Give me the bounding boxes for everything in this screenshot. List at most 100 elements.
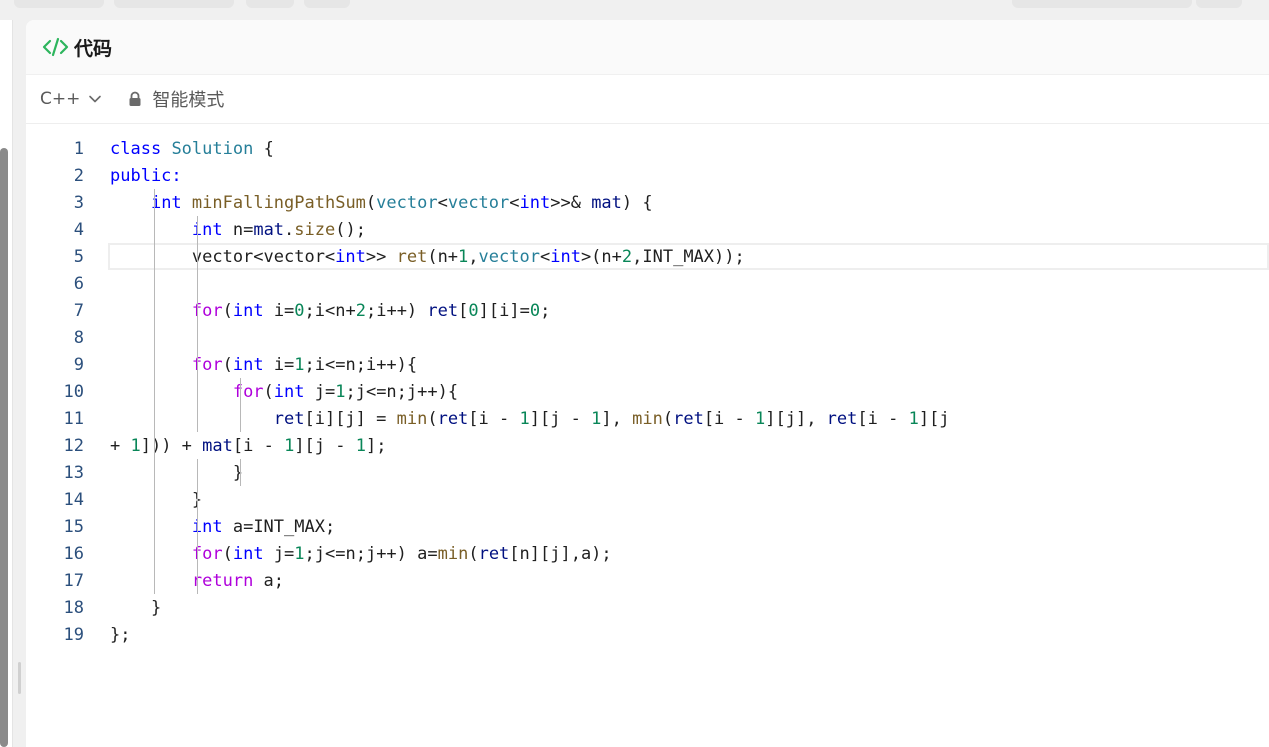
- indent-guide: [197, 216, 198, 432]
- language-select[interactable]: C++: [40, 89, 102, 109]
- code-token: ],: [601, 408, 633, 429]
- code-text: vector<vector<int>> ret(n+1,vector<int>(…: [110, 247, 745, 267]
- code-token: ;j<=n;j++) a=: [304, 543, 438, 564]
- code-token: ;: [540, 300, 551, 321]
- top-tab[interactable]: [114, 0, 234, 8]
- code-line[interactable]: 9 for(int i=1;i<=n;i++){: [26, 351, 1269, 378]
- code-text: for(int j=1;j<=n;j++) a=min(ret[n][j],a)…: [110, 544, 612, 564]
- code-token: public:: [110, 165, 182, 186]
- code-token: 2: [621, 246, 633, 267]
- top-tab[interactable]: [246, 0, 294, 8]
- code-token: vector<vector<: [110, 246, 336, 267]
- code-line[interactable]: 12 + 1])) + mat[i - 1][j - 1];: [26, 432, 1269, 459]
- resize-handle[interactable]: [18, 662, 21, 694]
- code-token: ;i<=n;i++){: [304, 354, 418, 375]
- indent-guide: [197, 459, 198, 594]
- line-number: 8: [73, 327, 84, 348]
- code-token: n=: [222, 219, 254, 240]
- code-token: ret: [673, 408, 704, 429]
- mode-label: 智能模式: [152, 90, 225, 111]
- code-token: a=INT_MAX;: [222, 516, 336, 537]
- code-line[interactable]: 3 int minFallingPathSum(vector<vector<in…: [26, 189, 1269, 216]
- code-line[interactable]: 16 for(int j=1;j<=n;j++) a=min(ret[n][j]…: [26, 540, 1269, 567]
- language-label: C++: [40, 89, 81, 109]
- code-line[interactable]: 7 for(int i=0;i<n+2;i++) ret[0][i]=0;: [26, 297, 1269, 324]
- code-token: }: [110, 597, 162, 618]
- smart-mode-toggle[interactable]: 智能模式: [128, 86, 224, 112]
- code-line[interactable]: 13 }: [26, 459, 1269, 486]
- line-number: 9: [73, 354, 84, 375]
- code-line[interactable]: 17 return a;: [26, 567, 1269, 594]
- code-token: (: [468, 543, 479, 564]
- line-number: 19: [63, 624, 84, 645]
- code-token: 1: [294, 354, 305, 375]
- code-token: };: [110, 624, 131, 645]
- left-scrollbar[interactable]: [0, 148, 8, 747]
- top-tab[interactable]: [1012, 0, 1192, 8]
- editor-toolbar: C++ 智能模式: [26, 75, 1269, 124]
- code-token: ][j: [918, 408, 950, 429]
- code-token: [i -: [468, 408, 520, 429]
- code-token: ret: [478, 543, 510, 564]
- code-text: for(int j=1;j<=n;j++){: [110, 382, 458, 402]
- code-line[interactable]: 10 for(int j=1;j<=n;j++){: [26, 378, 1269, 405]
- code-token: j=: [304, 381, 336, 402]
- code-line[interactable]: 4 int n=mat.size();: [26, 216, 1269, 243]
- code-token: ][j],: [765, 408, 827, 429]
- code-token: ][j -: [529, 408, 592, 429]
- line-number: 7: [73, 300, 84, 321]
- code-token: return: [191, 570, 254, 591]
- code-line[interactable]: 5 vector<vector<int>> ret(n+1,vector<int…: [26, 243, 1269, 270]
- code-token: 1: [335, 381, 346, 402]
- code-token: 1: [591, 408, 602, 429]
- code-token: 1: [755, 408, 766, 429]
- code-line[interactable]: 19};: [26, 621, 1269, 648]
- line-number: 1: [73, 138, 84, 159]
- code-token: mat: [253, 219, 285, 240]
- code-line[interactable]: 11 ret[i][j] = min(ret[i - 1][j - 1], mi…: [26, 405, 1269, 432]
- code-line[interactable]: 6: [26, 270, 1269, 297]
- code-text: int a=INT_MAX;: [110, 517, 335, 537]
- code-token: int: [232, 300, 264, 321]
- code-token: 0: [468, 300, 479, 321]
- code-panel: 代码 C++ 智能模式 1 class Solution {2 public: 3 i…: [26, 20, 1269, 747]
- top-tab[interactable]: [304, 0, 350, 8]
- code-text: for(int i=0;i<n+2;i++) ret[0][i]=0;: [110, 301, 550, 321]
- indent-guide: [240, 378, 241, 432]
- line-number: 12: [63, 435, 84, 456]
- top-tab[interactable]: [14, 0, 104, 8]
- code-token: int: [519, 192, 551, 213]
- code-line[interactable]: 14 }: [26, 486, 1269, 513]
- code-token: (: [662, 408, 674, 429]
- code-line[interactable]: 2 public:: [26, 162, 1269, 189]
- code-token: 0: [529, 300, 541, 321]
- code-token: [i -: [232, 435, 285, 456]
- code-token: ret: [826, 408, 858, 429]
- code-token: <: [437, 192, 448, 213]
- code-editor[interactable]: 1 class Solution {2 public: 3 int minFallin…: [26, 134, 1269, 747]
- code-token: ();: [335, 219, 366, 240]
- code-token: 2: [355, 300, 366, 321]
- panel-title: 代码: [74, 37, 113, 60]
- top-tab[interactable]: [1196, 0, 1242, 8]
- line-number: 11: [63, 408, 84, 429]
- code-token: >>: [365, 246, 397, 267]
- code-token: int: [335, 246, 366, 267]
- code-token: mat: [202, 435, 233, 456]
- top-tab-strip: [0, 0, 1269, 20]
- code-token: 1: [908, 408, 919, 429]
- code-line[interactable]: 15 int a=INT_MAX;: [26, 513, 1269, 540]
- code-token: ) {: [621, 192, 653, 213]
- code-token: >>&: [550, 192, 592, 213]
- code-token: 0: [294, 300, 305, 321]
- code-token: 1: [130, 435, 141, 456]
- code-line[interactable]: 8: [26, 324, 1269, 351]
- code-token: int: [550, 246, 581, 267]
- code-line[interactable]: 1 class Solution {: [26, 135, 1269, 162]
- code-line[interactable]: 18 }: [26, 594, 1269, 621]
